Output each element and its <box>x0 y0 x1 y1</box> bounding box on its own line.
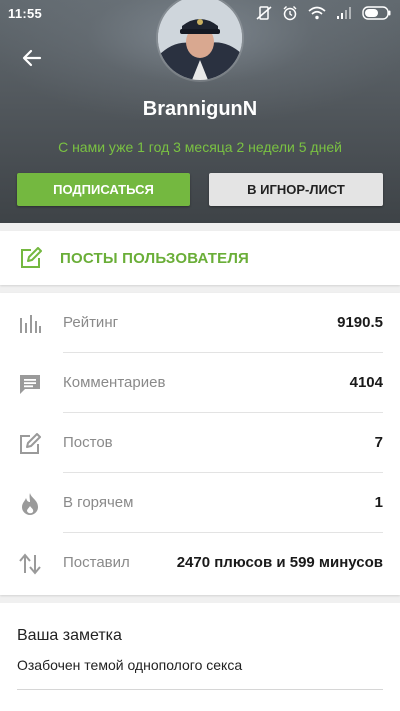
member-since: С нами уже 1 год 3 месяца 2 недели 5 дне… <box>58 139 342 155</box>
stat-label: Поставил <box>63 554 130 571</box>
battery-icon <box>362 6 391 20</box>
alarm-icon <box>283 6 297 21</box>
status-icons <box>256 5 392 21</box>
stat-row-posts: Постов 7 <box>0 413 400 473</box>
user-posts-label: ПОСТЫ ПОЛЬЗОВАТЕЛЯ <box>60 250 250 267</box>
username: BrannigunN <box>142 98 258 120</box>
stat-label: В горячем <box>63 494 134 511</box>
stat-row-votes: Поставил 2470 плюсов и 599 минусов <box>0 533 400 593</box>
stats-list: Рейтинг 9190.5 Комментариев 4104 Постов … <box>0 293 400 595</box>
comment-icon <box>17 371 43 397</box>
stat-row-comments: Комментариев 4104 <box>0 353 400 413</box>
stat-label: Комментариев <box>63 374 166 391</box>
edit-icon <box>19 247 43 274</box>
status-time: 11:55 <box>8 6 43 21</box>
fire-icon <box>17 491 43 517</box>
note-text[interactable]: Озабочен темой однополого секса <box>17 657 242 673</box>
ignore-list-button[interactable]: В ИГНОР-ЛИСТ <box>209 173 383 206</box>
stat-value: 7 <box>374 434 383 451</box>
bar-chart-icon <box>17 311 43 337</box>
avatar <box>158 0 242 80</box>
stat-row-rating: Рейтинг 9190.5 <box>0 293 400 353</box>
note-underline <box>17 689 383 690</box>
back-button[interactable] <box>16 44 48 72</box>
stat-value: 1 <box>374 494 383 511</box>
stat-value: 9190.5 <box>337 314 383 331</box>
user-posts-link[interactable]: ПОСТЫ ПОЛЬЗОВАТЕЛЯ <box>0 231 400 285</box>
sort-arrows-icon <box>17 551 43 577</box>
subscribe-button[interactable]: ПОДПИСАТЬСЯ <box>17 173 190 206</box>
stat-label: Постов <box>63 434 113 451</box>
stat-value: 4104 <box>349 374 383 391</box>
stat-label: Рейтинг <box>63 314 119 331</box>
user-note: Ваша заметка Озабочен темой однополого с… <box>0 603 400 711</box>
mute-icon <box>256 6 272 20</box>
arrow-left-icon <box>22 49 42 67</box>
edit-icon <box>17 431 43 457</box>
avatar-image <box>158 0 242 80</box>
signal-icon <box>337 7 351 19</box>
stat-value: 2470 плюсов и 599 минусов <box>176 554 383 571</box>
profile-header: 11:55 BrannigunN С нами уже 1 год 3 меся… <box>0 0 400 223</box>
stat-row-hot: В горячем 1 <box>0 473 400 533</box>
wifi-icon <box>308 6 326 20</box>
note-title: Ваша заметка <box>17 627 122 644</box>
